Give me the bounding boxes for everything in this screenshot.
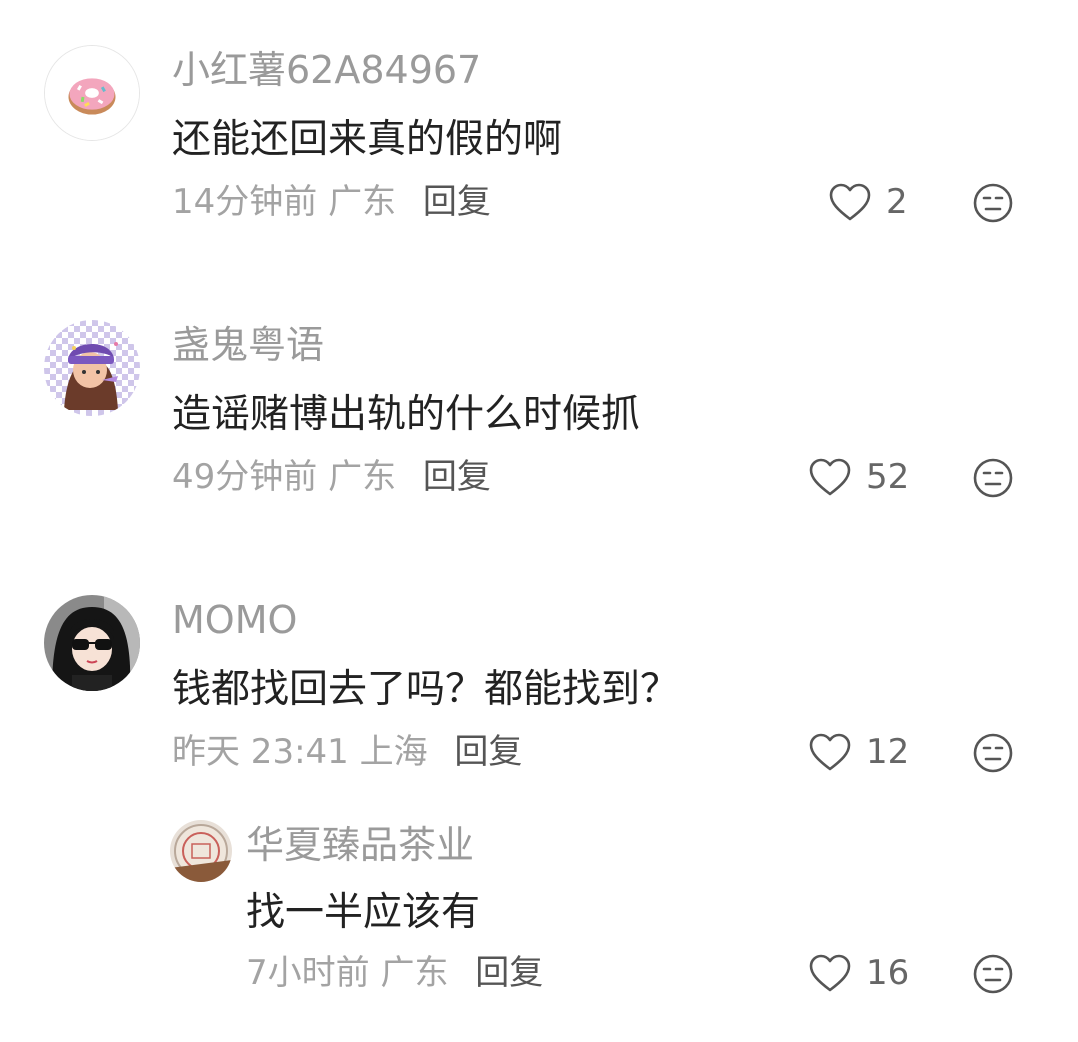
comment-text[interactable]: 还能还回来真的假的啊 [172, 120, 562, 159]
comment-time: 49分钟前 [172, 457, 318, 497]
comment-time: 昨天 23:41 [172, 732, 349, 772]
dislike-button[interactable] [972, 953, 1014, 995]
comment-meta: 昨天 23:41 上海 回复 [172, 735, 522, 769]
neutral-face-icon [973, 733, 1013, 773]
heart-icon [829, 183, 871, 221]
reply-button[interactable]: 回复 [423, 457, 491, 497]
like-button[interactable]: 52 [808, 453, 909, 501]
dislike-button[interactable] [972, 182, 1014, 224]
comment-text[interactable]: 钱都找回去了吗？都能找到？ [172, 670, 679, 709]
neutral-face-icon [973, 183, 1013, 223]
like-count: 12 [866, 732, 910, 772]
like-button[interactable]: 12 [808, 728, 909, 776]
neutral-face-icon [973, 954, 1013, 994]
comment-meta: 49分钟前 广东 回复 [172, 460, 491, 494]
sunglasses-girl-avatar-icon [44, 595, 140, 691]
tea-cake-avatar-icon [170, 820, 232, 882]
reply-text[interactable]: 找一半应该有 [246, 893, 480, 932]
reply-button[interactable]: 回复 [475, 953, 543, 993]
like-count: 52 [866, 457, 910, 497]
reply-time: 7小时前 [246, 953, 370, 993]
neutral-face-icon [973, 458, 1013, 498]
reply-meta: 7小时前 广东 回复 [246, 956, 543, 990]
cartoon-girl-avatar-icon [44, 320, 140, 416]
like-button[interactable]: 16 [808, 949, 909, 997]
reply-button[interactable]: 回复 [454, 732, 522, 772]
reply-location: 广东 [380, 953, 449, 993]
heart-icon [809, 954, 851, 992]
heart-icon [809, 458, 851, 496]
like-count: 16 [866, 953, 910, 993]
comment-time: 14分钟前 [172, 182, 318, 222]
reply-username[interactable]: 华夏臻品茶业 [246, 826, 474, 864]
comment-username[interactable]: MOMO [172, 601, 297, 639]
dislike-button[interactable] [972, 457, 1014, 499]
comment-meta: 14分钟前 广东 回复 [172, 185, 491, 219]
avatar[interactable] [44, 595, 140, 691]
comment-username[interactable]: 盏鬼粤语 [172, 326, 324, 364]
comment-location: 广东 [328, 182, 397, 222]
donut-avatar-icon [45, 46, 139, 140]
comment-location: 上海 [359, 732, 428, 772]
like-count: 2 [886, 182, 908, 222]
avatar[interactable] [44, 320, 140, 416]
comment-username[interactable]: 小红薯62A84967 [172, 51, 481, 89]
comment-location: 广东 [328, 457, 397, 497]
heart-icon [809, 733, 851, 771]
dislike-button[interactable] [972, 732, 1014, 774]
avatar[interactable] [44, 45, 140, 141]
comment-text[interactable]: 造谣赌博出轨的什么时候抓 [172, 395, 640, 434]
avatar[interactable] [170, 820, 232, 882]
like-button[interactable]: 2 [828, 178, 908, 226]
reply-button[interactable]: 回复 [423, 182, 491, 222]
